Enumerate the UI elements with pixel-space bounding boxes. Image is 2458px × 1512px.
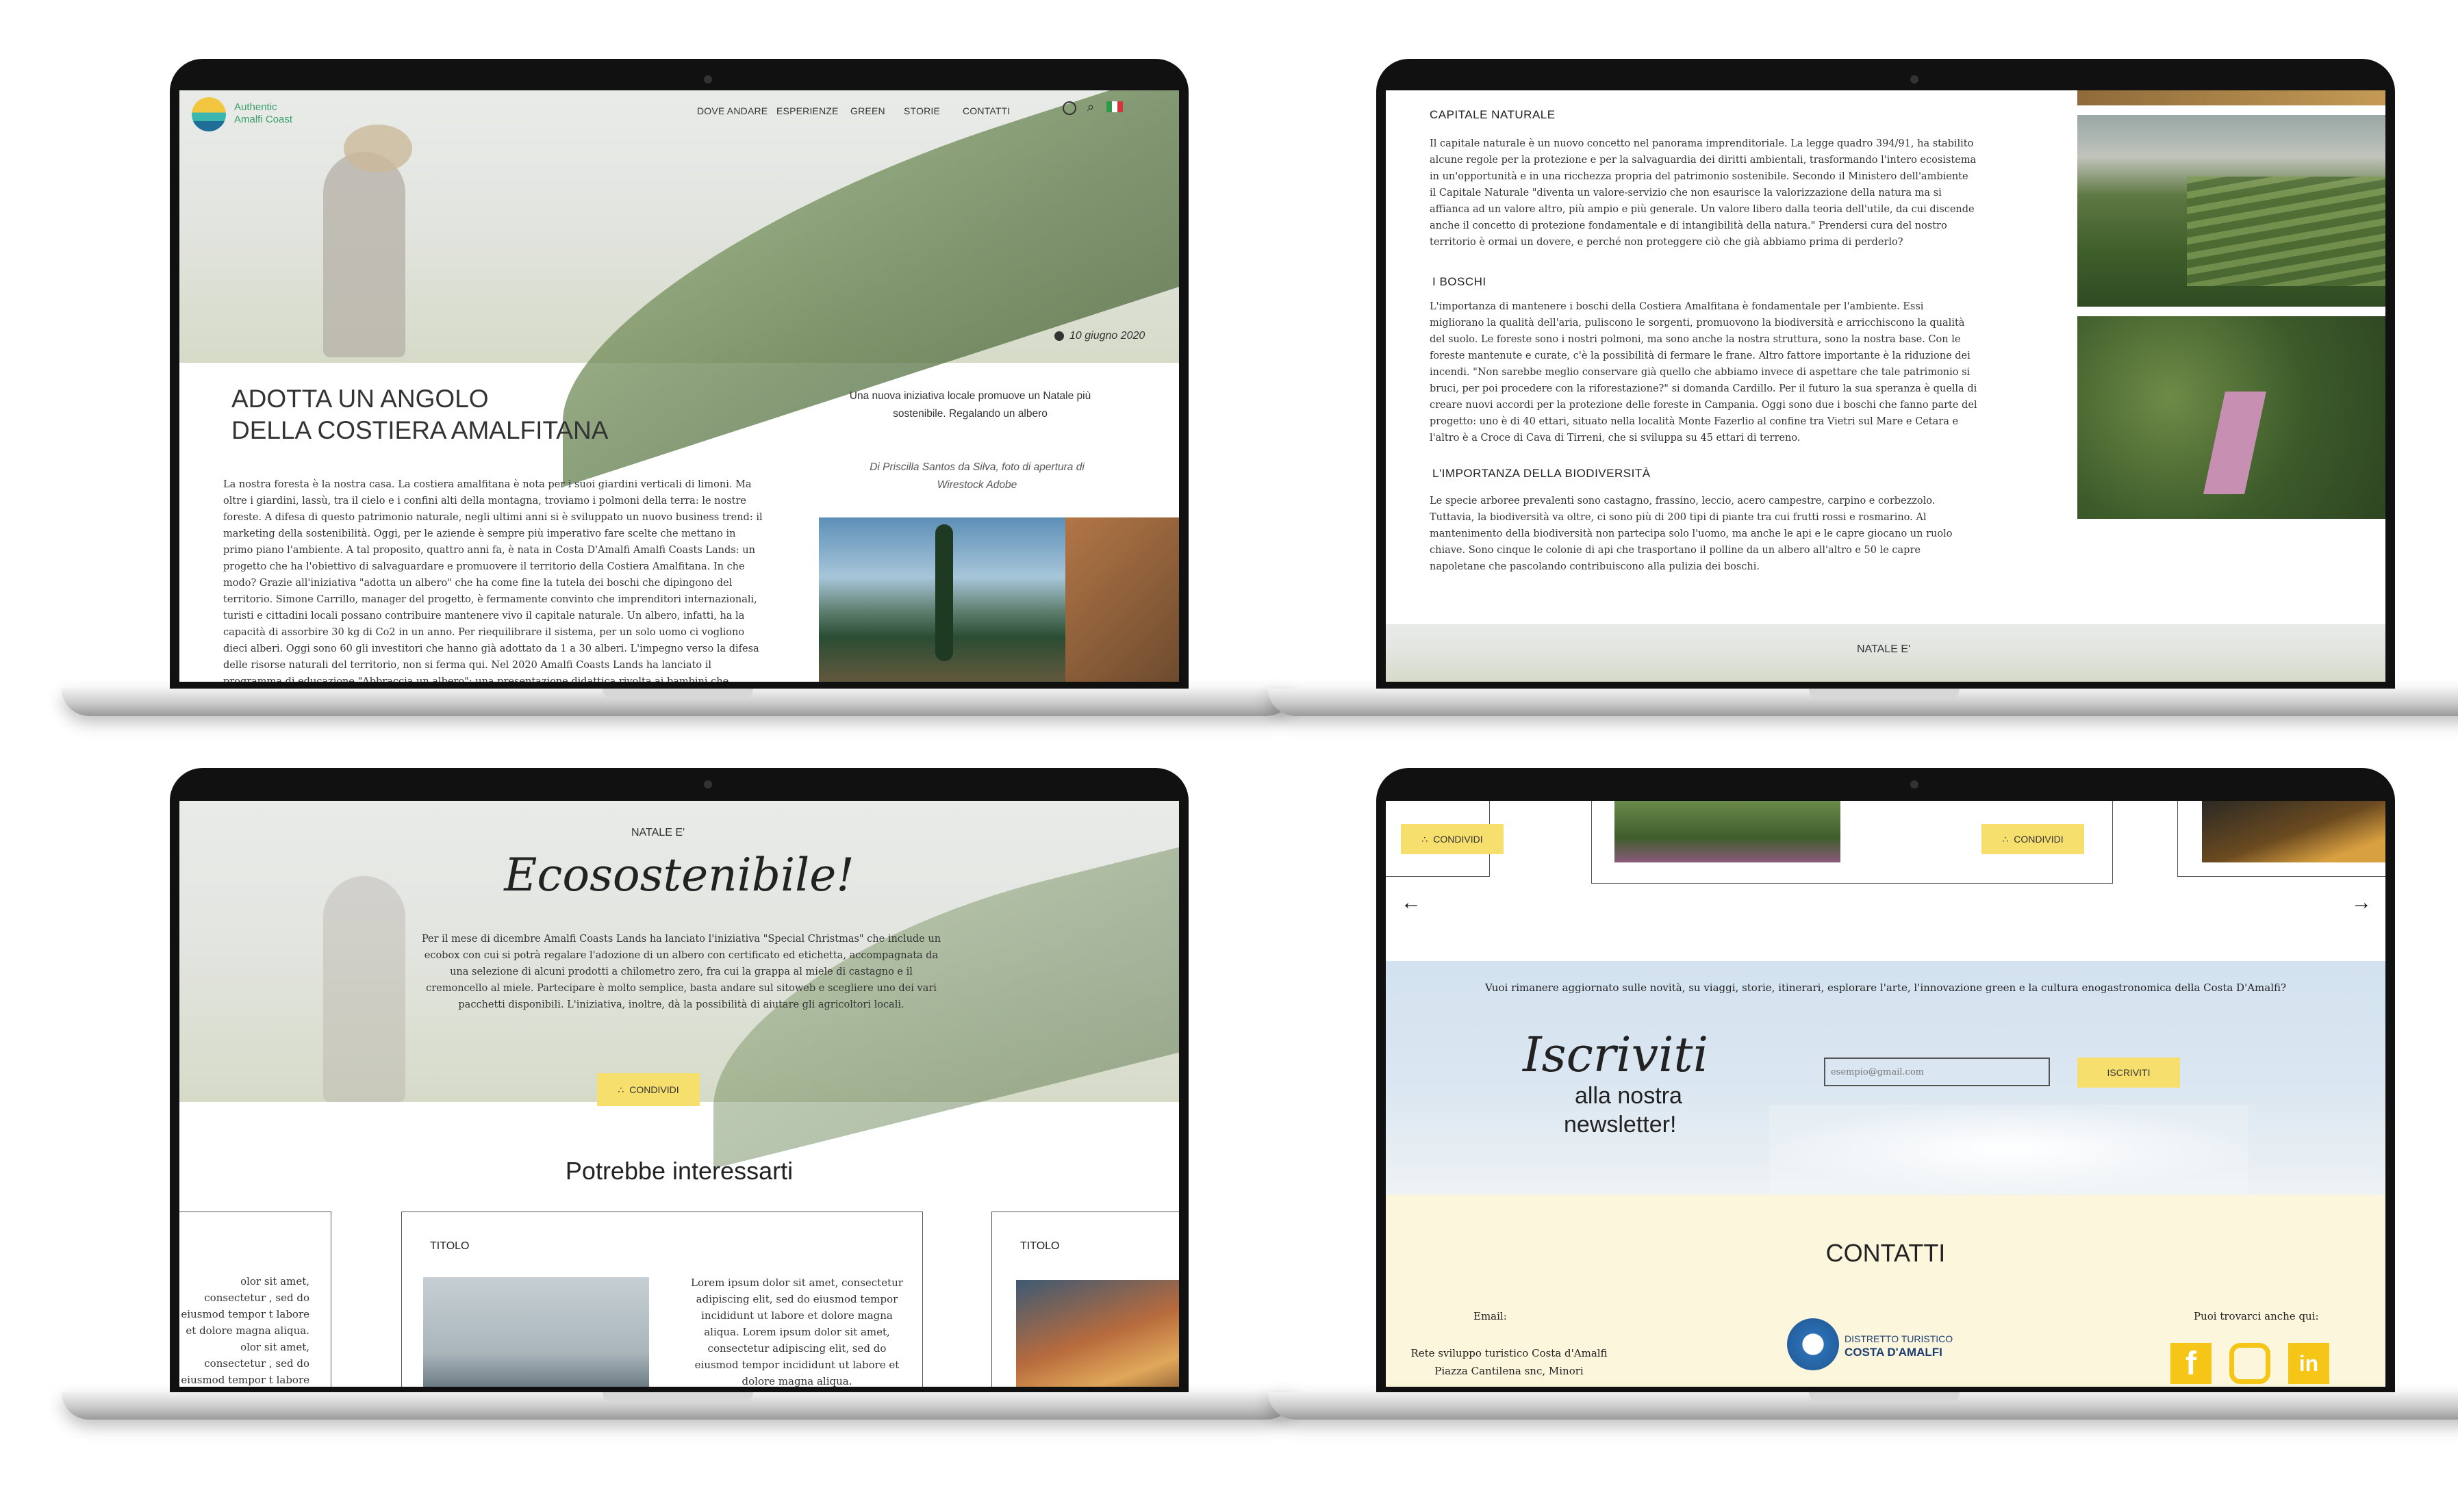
brand-line-2: Amalfi Coast bbox=[234, 114, 293, 125]
email-label: Email: bbox=[1473, 1310, 1507, 1322]
article-title-line-1: ADOTTA UN ANGOLO bbox=[231, 385, 489, 413]
newsletter-subtitle-1: alla nostra bbox=[1575, 1083, 1682, 1109]
article-subtitle: Una nuova iniziativa locale promuove un … bbox=[849, 390, 1091, 420]
contacts-title: CONTATTI bbox=[1825, 1239, 1946, 1267]
forest-photo bbox=[2077, 316, 2385, 519]
social-label: Puoi trovarci anche qui: bbox=[2194, 1310, 2319, 1322]
section-heading-boschi: I BOSCHI bbox=[1432, 275, 1486, 288]
share-label: CONDIVIDI bbox=[629, 1084, 679, 1095]
nav-contatti[interactable]: CONTATTI bbox=[963, 105, 1011, 116]
share-button-center[interactable]: ∴ CONDIVIDI bbox=[1981, 824, 2084, 854]
christmas-kicker: NATALE E' bbox=[631, 827, 685, 838]
publish-date: 10 giugno 2020 bbox=[1069, 330, 1145, 342]
positano-photo bbox=[1016, 1280, 1179, 1387]
search-icon[interactable]: ⌕ bbox=[1087, 100, 1094, 114]
christmas-kicker: NATALE E' bbox=[1857, 643, 1911, 655]
script-title-iscriviti: Iscriviti bbox=[1523, 1027, 1709, 1083]
share-icon: ∴ bbox=[618, 1084, 624, 1095]
section-heading-capitale: CAPITALE NATURALE bbox=[1430, 108, 1556, 121]
district-logo-icon bbox=[1787, 1318, 1839, 1370]
section-text-boschi: L'importanza di mantenere i boschi della… bbox=[1430, 301, 1977, 444]
hero-image bbox=[179, 90, 1179, 487]
article-credit: Di Priscilla Santos da Silva, foto di ap… bbox=[870, 461, 1085, 491]
nav-esperienze[interactable]: ESPERIENZE bbox=[776, 105, 839, 116]
carousel-prev-arrow-icon[interactable]: ← bbox=[1401, 891, 1421, 914]
coast-photo bbox=[423, 1277, 649, 1387]
newsletter-subtitle-2: newsletter! bbox=[1564, 1112, 1677, 1138]
terraces-photo bbox=[2077, 115, 2385, 307]
subscribe-button[interactable]: ISCRIVITI bbox=[2077, 1058, 2180, 1088]
article-title-line-2: DELLA COSTIERA AMALFITANA bbox=[231, 416, 609, 444]
linkedin-icon[interactable]: in bbox=[2288, 1343, 2329, 1384]
address-line-2: Piazza Cantilena snc, Minori bbox=[1434, 1365, 1584, 1377]
carousel-photo-2 bbox=[2202, 801, 2385, 862]
district-name-line-1: DISTRETTO TURISTICO bbox=[1845, 1333, 1953, 1344]
clock-icon bbox=[1054, 331, 1064, 341]
share-button[interactable]: ∴ CONDIVIDI bbox=[597, 1073, 700, 1106]
related-card-right-title: TITOLO bbox=[1020, 1240, 1060, 1252]
subscribe-label: ISCRIVITI bbox=[2107, 1067, 2151, 1078]
address-line-1: Rete sviluppo turistico Costa d'Amalfi bbox=[1410, 1347, 1608, 1359]
nav-dove-andare[interactable]: DOVE ANDARE bbox=[697, 105, 768, 116]
script-title-ecosostenibile: Ecosostenibile! bbox=[504, 849, 854, 901]
share-icon: ∴ bbox=[2002, 833, 2009, 845]
newsletter-text: Vuoi rimanere aggiornato sulle novità, s… bbox=[1484, 982, 2287, 994]
brand-line-1: Authentic bbox=[234, 101, 277, 113]
share-label: CONDIVIDI bbox=[2014, 834, 2064, 845]
share-label: CONDIVIDI bbox=[1433, 834, 1483, 845]
christmas-body: Per il mese di dicembre Amalfi Coasts La… bbox=[421, 934, 941, 1010]
nav-green[interactable]: GREEN bbox=[850, 105, 885, 116]
district-name-line-2: COSTA D'AMALFI bbox=[1845, 1346, 1942, 1359]
carousel-next-arrow-icon[interactable]: → bbox=[2351, 891, 2372, 914]
globe-icon[interactable] bbox=[1063, 101, 1076, 115]
share-icon: ∴ bbox=[1421, 833, 1428, 845]
section-heading-biodiversita: L'IMPORTANZA DELLA BIODIVERSITÀ bbox=[1432, 467, 1651, 480]
share-button-left[interactable]: ∴ CONDIVIDI bbox=[1401, 824, 1504, 854]
related-card-title: TITOLO bbox=[430, 1240, 470, 1252]
related-card-left-text: olor sit amet, consectetur , sed do eius… bbox=[181, 1275, 309, 1386]
facebook-icon[interactable]: f bbox=[2170, 1343, 2212, 1384]
related-card-text: Lorem ipsum dolor sit amet, consectetur … bbox=[691, 1277, 903, 1387]
nav-storie[interactable]: STORIE bbox=[904, 105, 940, 116]
email-input[interactable] bbox=[1824, 1058, 2050, 1086]
section-text-capitale: Il capitale naturale è un nuovo concetto… bbox=[1430, 138, 1977, 248]
cliff-sea-photo bbox=[819, 517, 1179, 682]
instagram-icon[interactable] bbox=[2229, 1343, 2270, 1384]
logo[interactable] bbox=[192, 97, 226, 131]
photo-top-strip bbox=[2077, 90, 2385, 105]
related-title: Potrebbe interessarti bbox=[565, 1157, 794, 1185]
italian-flag-icon[interactable] bbox=[1106, 101, 1123, 112]
section-text-biodiversita: Le specie arboree prevalenti sono castag… bbox=[1430, 496, 1953, 572]
carousel-photo-1 bbox=[1614, 801, 1840, 862]
article-body: La nostra foresta è la nostra casa. La c… bbox=[223, 479, 763, 682]
